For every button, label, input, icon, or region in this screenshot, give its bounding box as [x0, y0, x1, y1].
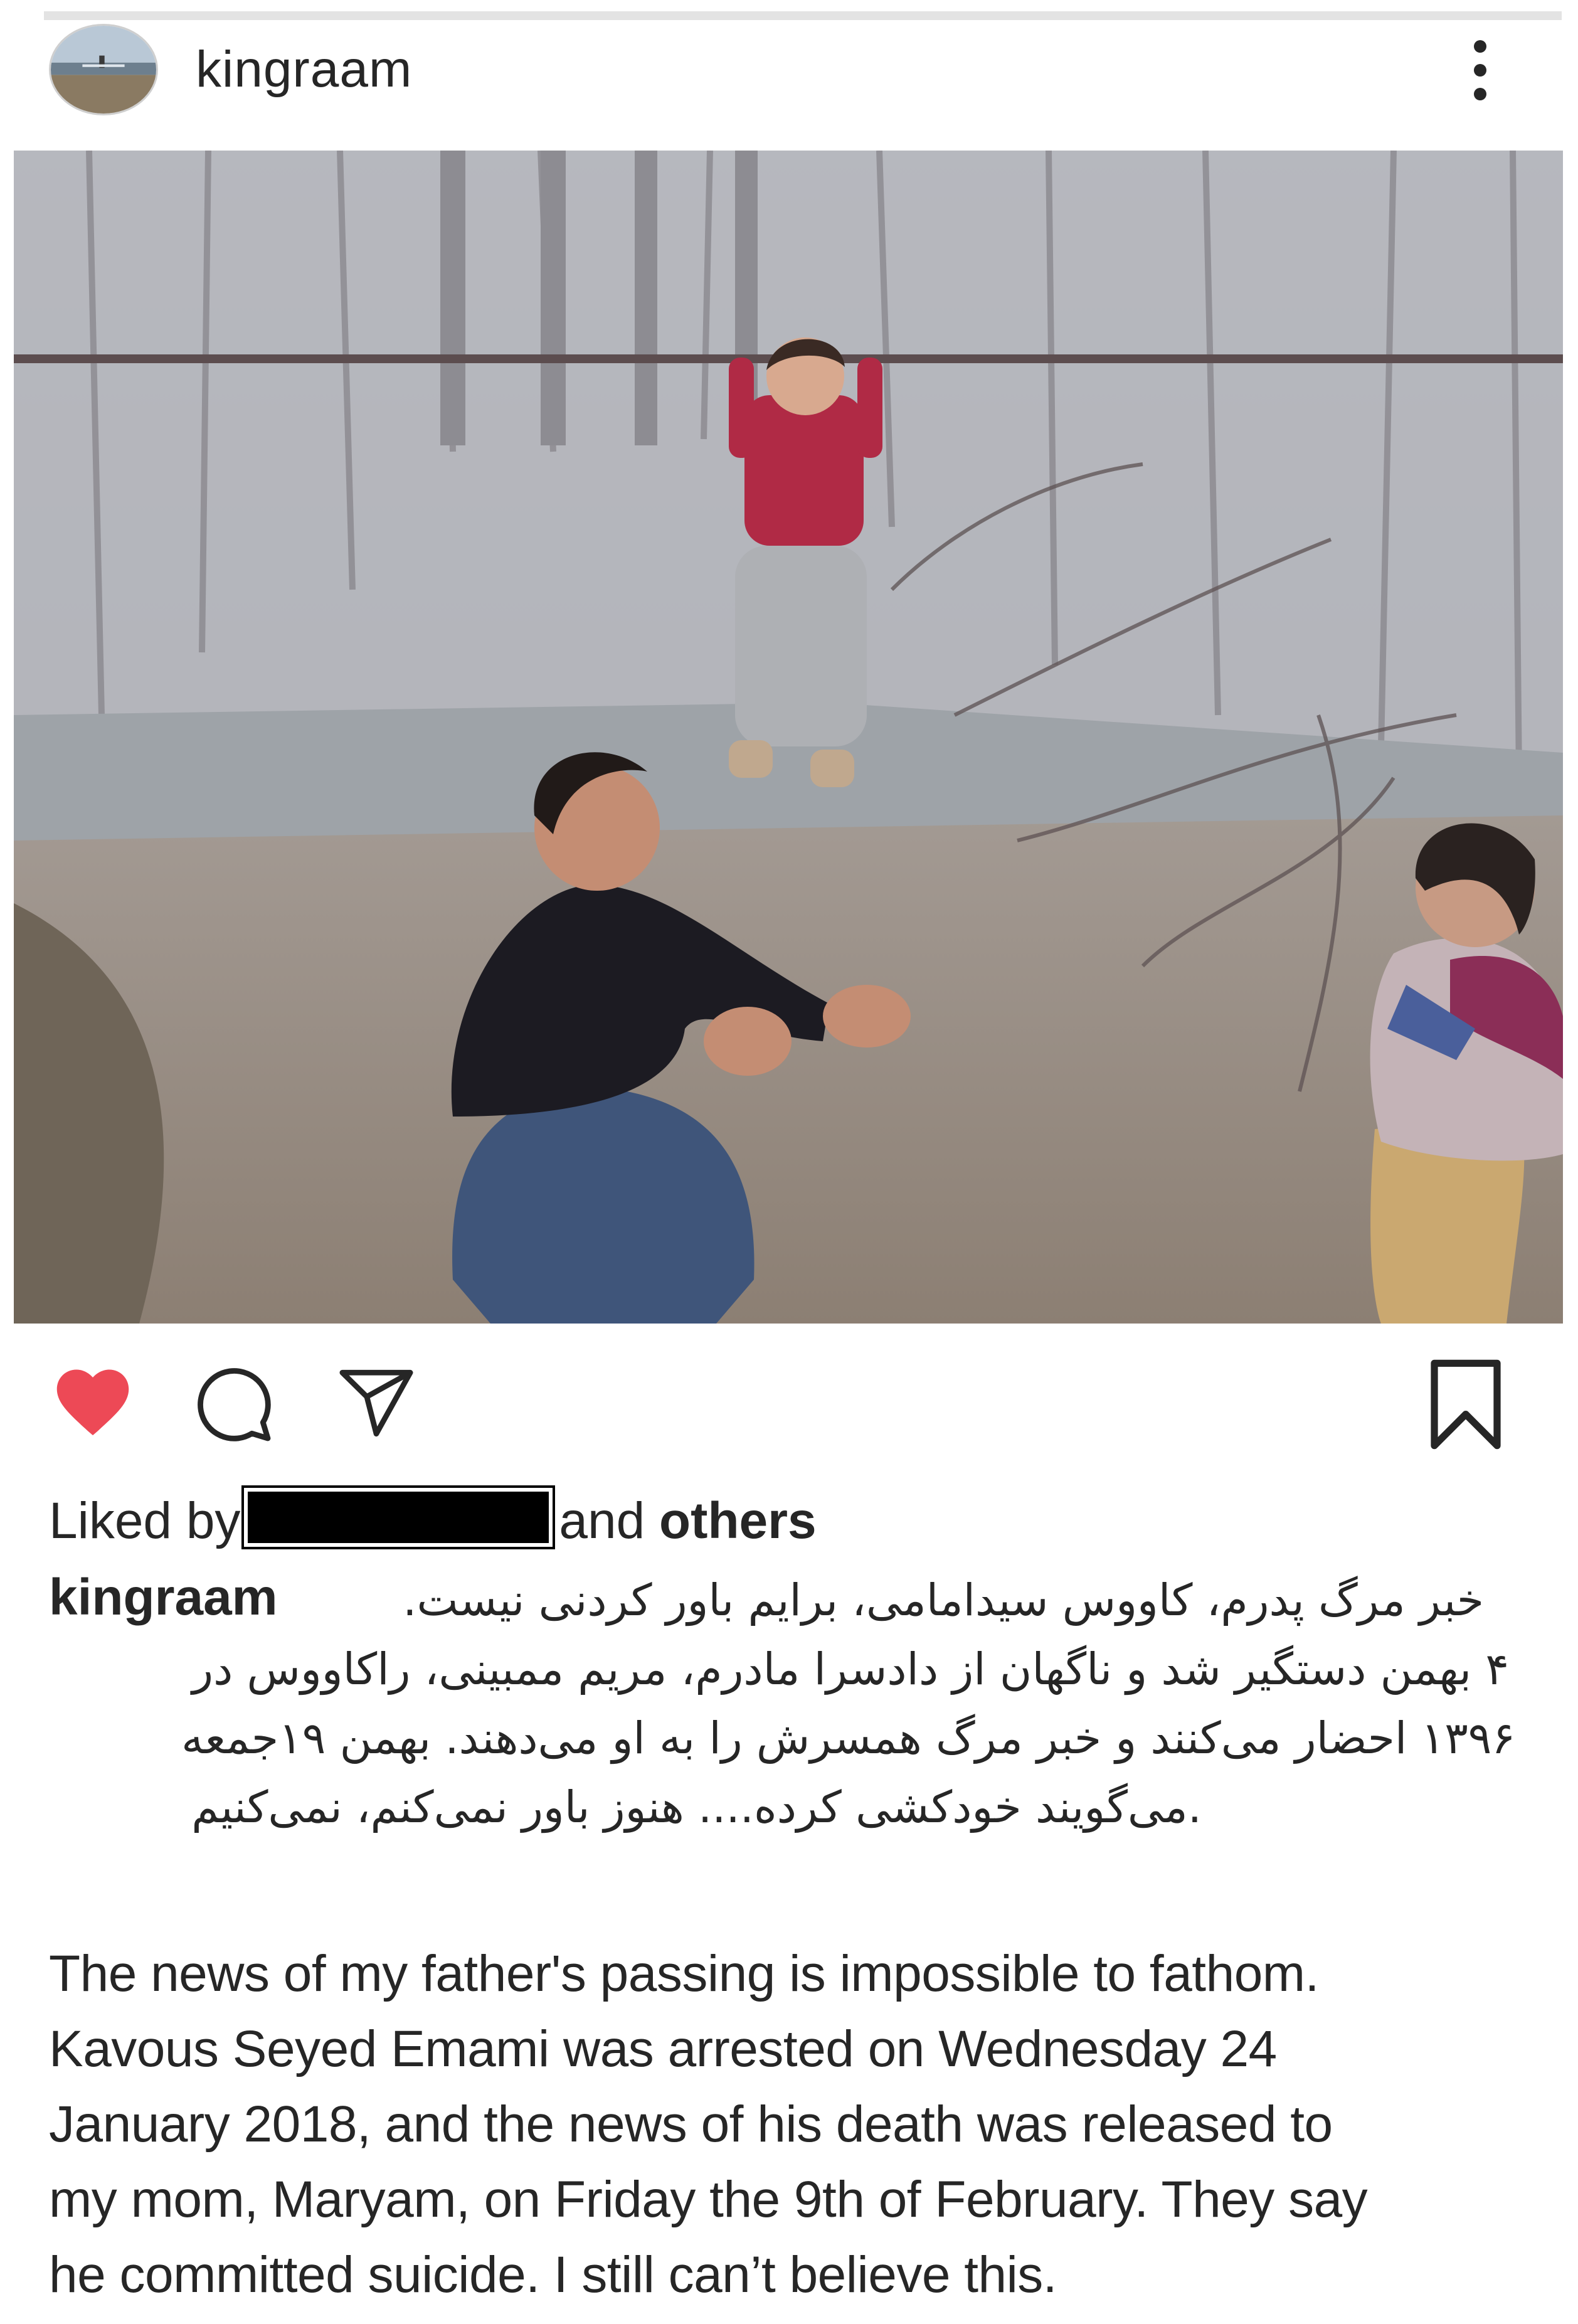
caption-farsi-line: خبر مرگ پدرم، کاووس سیدامامی، برایم باور…: [403, 1574, 1484, 1626]
post-photo[interactable]: [14, 151, 1563, 1324]
more-vertical-icon[interactable]: [1461, 34, 1499, 115]
redacted-username: [244, 1488, 553, 1547]
likes-summary[interactable]: Liked by and others: [49, 1488, 817, 1551]
post-username[interactable]: kingraam: [196, 40, 412, 99]
top-divider: [44, 11, 1562, 20]
comment-icon[interactable]: [192, 1362, 275, 1445]
caption-english-line: my mom, Maryam, on Friday the 9th of Feb…: [49, 2171, 1368, 2228]
heart-icon[interactable]: [49, 1362, 137, 1438]
liked-by-prefix: Liked by: [49, 1492, 241, 1549]
liked-by-and: and: [559, 1492, 645, 1549]
send-icon[interactable]: [336, 1362, 417, 1444]
avatar[interactable]: [49, 24, 158, 115]
caption-farsi-line: ۴ بهمن دستگیر شد و ناگهان از دادسرا مادر…: [192, 1643, 1509, 1695]
caption-english-line: he committed suicide. I still can’t beli…: [49, 2246, 1057, 2303]
caption-username[interactable]: kingraam: [49, 1568, 278, 1627]
post-header: kingraam: [0, 20, 1578, 127]
post-actions: [0, 1349, 1578, 1451]
caption-english-line: January 2018, and the news of his death …: [49, 2096, 1333, 2153]
caption-english-line: The news of my father's passing is impos…: [49, 1945, 1319, 2002]
caption-farsi-line: .می‌گویند خودکشی کرده.... هنوز باور نمی‌…: [191, 1781, 1202, 1833]
bookmark-icon[interactable]: [1425, 1357, 1507, 1451]
caption-english-line: Kavous Seyed Emami was arrested on Wedne…: [49, 2020, 1277, 2077]
caption-farsi-line: ۱۳۹۶ احضار می‌کنند و خبر مرگ همسرش را به…: [181, 1712, 1515, 1764]
liked-by-others[interactable]: others: [659, 1492, 817, 1549]
